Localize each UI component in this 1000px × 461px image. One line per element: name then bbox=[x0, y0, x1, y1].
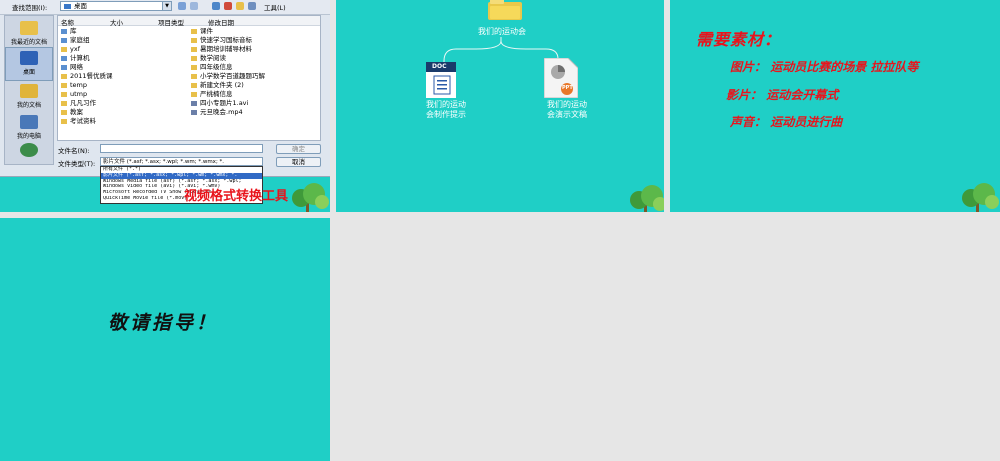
ppt-badge: PPT bbox=[562, 85, 573, 91]
homegroup-icon bbox=[61, 37, 67, 43]
folder-icon bbox=[191, 28, 197, 34]
list-item[interactable]: 凡凡习作 bbox=[61, 99, 96, 107]
list-item[interactable]: 网络 bbox=[61, 63, 83, 71]
tree-icon bbox=[962, 183, 999, 212]
dialog-toolbar: 查找范围(I): 桌面 ▼ 工具(L) bbox=[0, 0, 330, 15]
list-item[interactable]: 元旦晚会.mp4 bbox=[191, 108, 243, 116]
mindmap-root-label: 我们的运动会 bbox=[478, 27, 526, 36]
library-icon bbox=[61, 28, 67, 34]
folder-icon bbox=[61, 109, 67, 115]
list-item[interactable]: utmp bbox=[61, 90, 87, 98]
tree-icon bbox=[292, 183, 329, 212]
forward-icon[interactable] bbox=[190, 2, 198, 10]
back-icon[interactable] bbox=[178, 2, 186, 10]
computer-icon bbox=[61, 55, 67, 61]
list-item[interactable]: 考试资料 bbox=[61, 117, 96, 125]
folder-icon bbox=[488, 0, 522, 20]
open-file-dialog: 查找范围(I): 桌面 ▼ 工具(L) 我最近的文档 桌面 我的文档 我的电脑 … bbox=[0, 0, 330, 177]
new-folder-icon[interactable] bbox=[236, 2, 244, 10]
my-documents-icon bbox=[20, 84, 38, 98]
network-icon bbox=[61, 64, 67, 70]
column-type[interactable]: 项目类型 bbox=[158, 17, 184, 27]
filetype-label: 文件类型(T): bbox=[58, 160, 96, 168]
look-in-label: 查找范围(I): bbox=[12, 4, 48, 12]
video-file-icon bbox=[191, 109, 197, 115]
list-item[interactable]: 小学数学百道趣题巧解 bbox=[191, 72, 265, 80]
cancel-button[interactable]: 取消 bbox=[276, 157, 321, 167]
place-network[interactable] bbox=[5, 140, 53, 174]
filename-input[interactable] bbox=[100, 144, 263, 153]
places-bar: 我最近的文档 桌面 我的文档 我的电脑 bbox=[4, 15, 54, 165]
filename-label: 文件名(N): bbox=[58, 147, 90, 155]
tree-icon bbox=[630, 185, 664, 212]
folder-icon bbox=[191, 73, 197, 79]
materials-line-pictures: 图片： 运动员比赛的场景 拉拉队等 bbox=[730, 60, 919, 74]
folder-icon bbox=[61, 100, 67, 106]
list-item[interactable]: 2011餐优质课 bbox=[61, 72, 113, 80]
list-item[interactable]: 家庭组 bbox=[61, 36, 90, 44]
slide-thumbnail-1[interactable]: 查找范围(I): 桌面 ▼ 工具(L) 我最近的文档 桌面 我的文档 我的电脑 … bbox=[0, 0, 330, 212]
up-folder-icon[interactable] bbox=[212, 2, 220, 10]
column-modified[interactable]: 修改日期 bbox=[208, 17, 234, 27]
materials-line-video: 影片： 运动会开幕式 bbox=[726, 88, 839, 102]
column-size[interactable]: 大小 bbox=[110, 17, 123, 27]
powerpoint-file-icon bbox=[544, 58, 578, 98]
file-list-header: 名称 大小 项目类型 修改日期 bbox=[58, 16, 320, 27]
chevron-down-icon[interactable]: ▼ bbox=[162, 2, 171, 10]
folder-icon bbox=[191, 91, 197, 97]
desktop-icon bbox=[64, 3, 71, 9]
ok-button[interactable]: 确定 bbox=[276, 144, 321, 154]
materials-line-sound: 声音： 运动员进行曲 bbox=[730, 115, 843, 129]
list-item[interactable]: yxf bbox=[61, 45, 80, 53]
folder-icon bbox=[61, 118, 67, 124]
place-desktop[interactable]: 桌面 bbox=[5, 47, 53, 81]
list-item[interactable]: 快速学习国标音标 bbox=[191, 36, 252, 44]
mindmap-child-left[interactable]: 我们的运动会制作提示 bbox=[426, 100, 470, 120]
network-globe-icon bbox=[20, 143, 38, 157]
list-item[interactable]: 课件 bbox=[191, 27, 213, 35]
file-list[interactable]: 名称 大小 项目类型 修改日期 库 家庭组 yxf 计算机 网络 2011餐优质… bbox=[57, 15, 321, 141]
folder-icon bbox=[61, 91, 67, 97]
recent-docs-icon bbox=[20, 21, 38, 35]
list-item[interactable]: 教案 bbox=[61, 108, 83, 116]
slide-thumbnail-4[interactable]: 敬请指导！ bbox=[0, 218, 330, 461]
list-item[interactable]: 库 bbox=[61, 27, 77, 35]
folder-icon bbox=[61, 73, 67, 79]
filetype-select[interactable]: 影片文件 (*.asf; *.asx; *.wpl; *.wm; *.wmx; … bbox=[100, 157, 263, 166]
folder-icon bbox=[191, 46, 197, 52]
video-converter-caption: 视频格式转换工具 bbox=[184, 189, 289, 204]
list-item[interactable]: 四小专题片1.avi bbox=[191, 99, 248, 107]
user-folder-icon bbox=[61, 46, 67, 52]
look-in-select[interactable]: 桌面 ▼ bbox=[60, 1, 172, 11]
video-file-icon bbox=[191, 100, 197, 106]
list-item[interactable]: 暑期培训辅导材料 bbox=[191, 45, 252, 53]
slide-thumbnail-2[interactable]: 我们的运动会 DOC PPT 我们的运动会制作提示 我们的运动会演示文稿 bbox=[336, 0, 664, 212]
desktop-icon bbox=[20, 51, 38, 65]
folder-icon bbox=[191, 37, 197, 43]
doc-badge: DOC bbox=[432, 63, 447, 70]
folder-icon bbox=[191, 55, 197, 61]
list-item[interactable]: 四年级信息 bbox=[191, 63, 233, 71]
materials-title: 需要素材： bbox=[696, 30, 782, 49]
my-computer-icon bbox=[20, 115, 38, 129]
list-item[interactable]: temp bbox=[61, 81, 87, 89]
slide-thumbnail-3[interactable]: 需要素材： 图片： 运动员比赛的场景 拉拉队等 影片： 运动会开幕式 声音： 运… bbox=[670, 0, 1000, 212]
folder-icon bbox=[191, 64, 197, 70]
mindmap-child-right[interactable]: 我们的运动会演示文稿 bbox=[547, 100, 591, 120]
column-name[interactable]: 名称 bbox=[61, 17, 74, 27]
folder-icon bbox=[61, 82, 67, 88]
folder-icon bbox=[191, 82, 197, 88]
look-in-value: 桌面 bbox=[74, 2, 87, 10]
place-my-documents[interactable]: 我的文档 bbox=[5, 81, 53, 115]
delete-icon[interactable] bbox=[224, 2, 232, 10]
list-item[interactable]: 计算机 bbox=[61, 54, 90, 62]
list-item[interactable]: 数学阅读 bbox=[191, 54, 226, 62]
list-item[interactable]: 新建文件夹 (2) bbox=[191, 81, 244, 89]
tools-menu[interactable]: 工具(L) bbox=[264, 2, 286, 12]
views-icon[interactable] bbox=[248, 2, 256, 10]
thanks-text: 敬请指导！ bbox=[108, 312, 219, 334]
list-item[interactable]: 严桃楠信息 bbox=[191, 90, 233, 98]
